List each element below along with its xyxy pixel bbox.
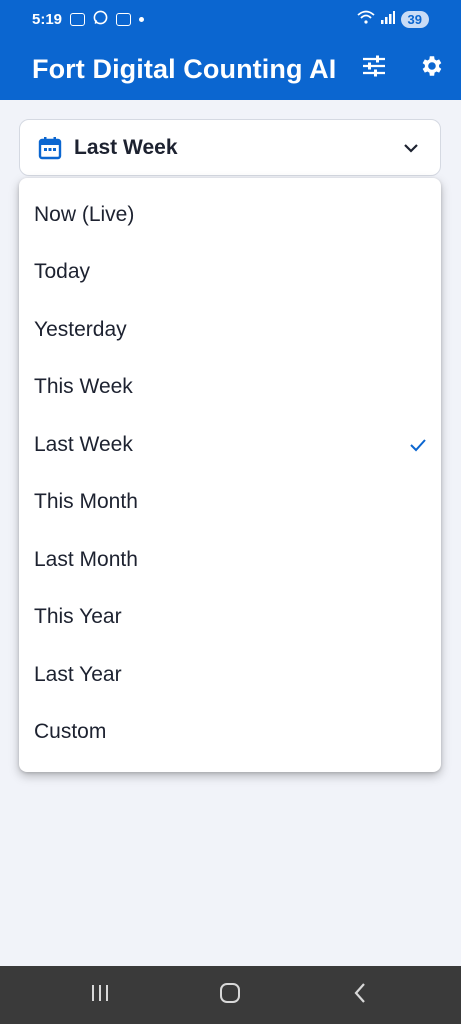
gallery-icon bbox=[116, 12, 132, 26]
settings-button[interactable] bbox=[415, 52, 447, 84]
option-label: Yesterday bbox=[34, 317, 127, 341]
option-last-month[interactable]: Last Month bbox=[19, 531, 441, 589]
option-last-week[interactable]: Last Week bbox=[19, 416, 441, 474]
back-icon bbox=[352, 982, 368, 1009]
app-title: Fort Digital Counting AI bbox=[32, 53, 337, 84]
filter-button[interactable] bbox=[358, 52, 390, 84]
selected-range-label: Last Week bbox=[74, 135, 178, 159]
option-label: Custom bbox=[34, 720, 107, 744]
dot-icon bbox=[139, 16, 145, 22]
whatsapp-icon bbox=[93, 10, 108, 29]
app-bar: Fort Digital Counting AI bbox=[0, 38, 461, 100]
back-button[interactable] bbox=[345, 982, 375, 1008]
recents-button[interactable] bbox=[85, 982, 115, 1008]
option-this-year[interactable]: This Year bbox=[19, 589, 441, 647]
option-custom[interactable]: Custom bbox=[19, 704, 441, 762]
home-icon bbox=[219, 982, 241, 1009]
status-bar: 5:19 39 bbox=[0, 0, 461, 38]
option-label: Last Year bbox=[34, 662, 122, 686]
option-label: This Week bbox=[34, 375, 133, 399]
option-label: Last Month bbox=[34, 547, 138, 571]
sliders-icon bbox=[362, 55, 386, 82]
option-this-week[interactable]: This Week bbox=[19, 359, 441, 417]
option-label: Last Week bbox=[34, 432, 133, 456]
gear-icon bbox=[418, 53, 444, 84]
option-label: This Month bbox=[34, 490, 138, 514]
calendar-icon bbox=[37, 135, 63, 161]
option-yesterday[interactable]: Yesterday bbox=[19, 301, 441, 359]
recents-icon bbox=[89, 983, 111, 1008]
option-label: Today bbox=[34, 260, 91, 284]
option-last-year[interactable]: Last Year bbox=[19, 646, 441, 704]
option-this-month[interactable]: This Month bbox=[19, 474, 441, 532]
date-range-menu: Now (Live) Today Yesterday This Week Las… bbox=[19, 178, 441, 772]
chevron-down-icon bbox=[402, 139, 420, 162]
option-label: Now (Live) bbox=[34, 202, 135, 226]
option-label: This Year bbox=[34, 605, 122, 629]
signal-icon bbox=[380, 10, 395, 28]
option-now-live[interactable]: Now (Live) bbox=[19, 186, 441, 244]
option-today[interactable]: Today bbox=[19, 244, 441, 302]
battery-indicator: 39 bbox=[400, 10, 429, 28]
screenshot-icon bbox=[70, 12, 86, 26]
system-nav-bar bbox=[0, 966, 461, 1024]
home-button[interactable] bbox=[215, 982, 245, 1008]
wifi-icon bbox=[356, 10, 375, 28]
checkmark-icon bbox=[409, 435, 427, 459]
date-range-select[interactable]: Last Week bbox=[19, 119, 441, 176]
status-time: 5:19 bbox=[32, 10, 63, 28]
